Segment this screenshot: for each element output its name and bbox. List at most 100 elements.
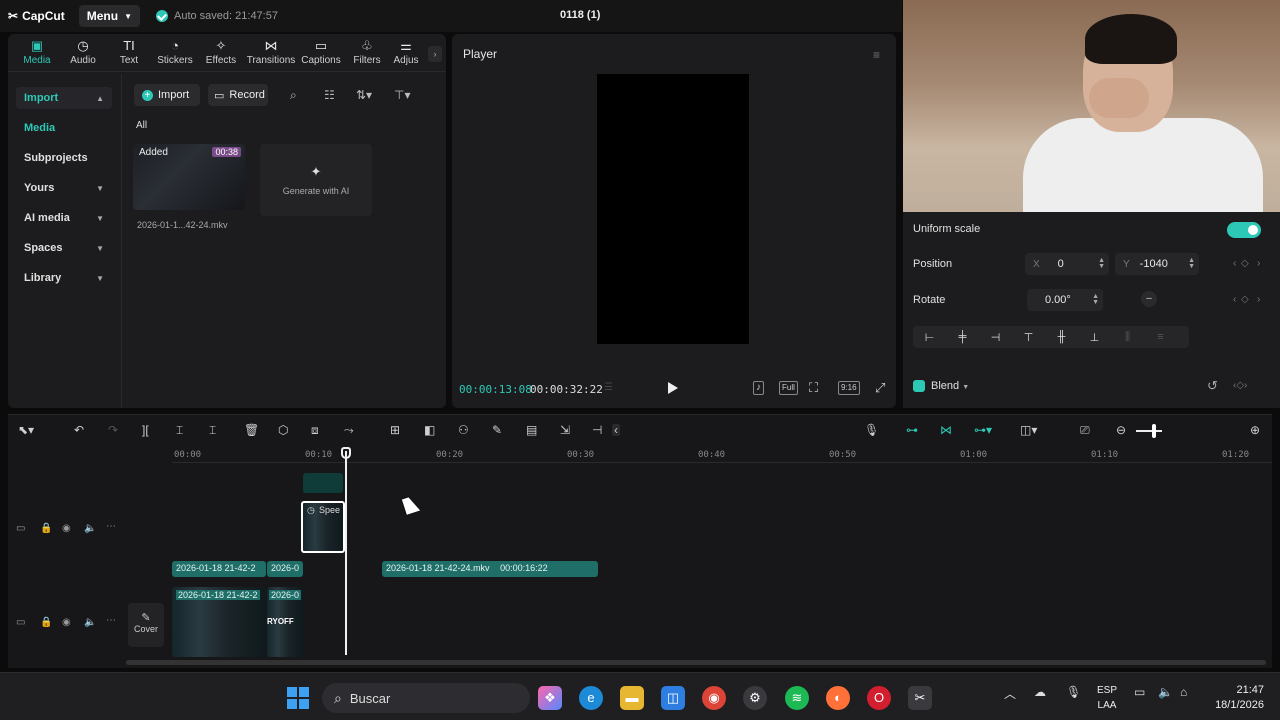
uniform-scale-toggle[interactable]	[1227, 222, 1261, 238]
caption-track-icon[interactable]: ⎚	[1080, 424, 1090, 436]
split-left-icon[interactable]: ⌶	[176, 424, 183, 436]
tabs-scroll-right-button[interactable]: ›	[428, 46, 442, 62]
search-icon[interactable]: ⌕	[290, 88, 297, 103]
select-tool-icon[interactable]: ⬉▾	[18, 424, 34, 436]
stepper-icon[interactable]: ▲ ▼	[1098, 257, 1105, 270]
speaker-icon[interactable]: 🔈	[84, 617, 96, 628]
lock-icon[interactable]: 🔒	[40, 617, 52, 628]
rotate-dial-icon[interactable]: –	[1141, 291, 1157, 307]
sort-icon[interactable]: ⇅▾	[356, 88, 372, 102]
edge-icon[interactable]: e	[579, 686, 603, 710]
tab-effects[interactable]: ✧ Effects	[198, 34, 244, 71]
crop-icon[interactable]: ⧈	[311, 424, 319, 436]
project-title[interactable]: 0118 (1)	[560, 9, 600, 21]
hamburger-icon[interactable]: ≡	[873, 48, 880, 62]
capcut-taskbar-icon[interactable]: ✂	[908, 686, 932, 710]
distribute-h-icon[interactable]: ⫼	[1111, 331, 1144, 344]
reset-icon[interactable]: ↺	[1207, 378, 1218, 394]
spotify-icon[interactable]: ≋	[785, 686, 809, 710]
tiktok-icon[interactable]: ♪	[753, 381, 764, 395]
prev-keyframe-icon[interactable]: ‹	[1233, 294, 1236, 305]
tab-filters[interactable]: ♧ Filters	[344, 34, 390, 71]
speaker-icon[interactable]: 🔈	[84, 523, 96, 534]
stepper-icon[interactable]: ▲ ▼	[1188, 257, 1195, 270]
export-clip-icon[interactable]: ⇲	[560, 424, 570, 436]
fullscreen-icon[interactable]: ⤢	[875, 380, 885, 396]
sidebar-item-subprojects[interactable]: Subprojects	[16, 147, 112, 169]
full-button[interactable]: Full	[779, 381, 798, 395]
audio-clip[interactable]: 2026-0	[267, 561, 303, 577]
timeline-scrollbar[interactable]	[126, 660, 1266, 665]
monitor-icon[interactable]: ▭	[1134, 685, 1145, 699]
sidebar-item-import[interactable]: Import ▲	[16, 87, 112, 109]
tab-stickers[interactable]: ◔ Stickers	[152, 34, 198, 71]
rotate-field[interactable]: 0.00° ▲ ▼	[1027, 289, 1103, 311]
position-y-field[interactable]: Y -1040 ▲ ▼	[1115, 253, 1199, 275]
zoom-slider[interactable]	[1136, 430, 1162, 432]
tab-media[interactable]: ▣ Media	[14, 34, 60, 71]
filter-icon[interactable]: ⊤▾	[394, 88, 410, 102]
next-keyframe-icon[interactable]: ›	[1257, 294, 1260, 305]
eye-icon[interactable]: ◉	[62, 617, 71, 628]
media-item-thumbnail[interactable]: Added 00:38	[133, 144, 245, 210]
sidebar-item-library[interactable]: Library ▼	[16, 267, 112, 289]
hd-icon[interactable]: ▤	[526, 424, 537, 436]
lock-icon[interactable]: 🔒	[40, 523, 52, 534]
replace-icon[interactable]: ⊞	[390, 424, 400, 436]
align-top-icon[interactable]: ⊤	[1012, 331, 1045, 344]
linkage-icon[interactable]: ⊶▾	[974, 424, 992, 436]
auto-snap-icon[interactable]: ⋈	[940, 424, 952, 436]
microphone-icon[interactable]: 🎙	[864, 424, 879, 436]
view-grid-icon[interactable]: ☷	[324, 88, 335, 102]
blend-label[interactable]: Blend ▼	[931, 380, 969, 392]
aspect-ratio-button[interactable]: 9:16	[838, 381, 860, 395]
menu-button[interactable]: Menu ▼	[78, 5, 140, 27]
copilot-icon[interactable]: ❖	[538, 686, 562, 710]
generate-with-ai-button[interactable]: ✦ Generate with AI	[260, 144, 372, 216]
freeze-icon[interactable]: ⤳	[344, 424, 354, 436]
tab-audio[interactable]: ◷ Audio	[60, 34, 106, 71]
overlay-clip-small[interactable]	[303, 473, 343, 493]
language-indicator[interactable]: ESP LAA	[1097, 683, 1117, 713]
playhead[interactable]	[345, 451, 347, 655]
next-keyframe-icon[interactable]: ›	[1257, 258, 1260, 269]
cover-button[interactable]: ✎ Cover	[128, 603, 164, 647]
mirror-icon[interactable]: ◧	[424, 424, 435, 436]
windows-start-icon[interactable]	[287, 687, 309, 709]
chevron-up-icon[interactable]: ︿	[1004, 685, 1016, 702]
store-icon[interactable]: ◫	[661, 686, 685, 710]
tab-text[interactable]: TI Text	[106, 34, 152, 71]
prev-keyframe-icon[interactable]: ‹	[1233, 258, 1236, 269]
zoom-in-icon[interactable]: ⊕	[1250, 424, 1260, 436]
align-right-icon[interactable]: ⊣	[979, 331, 1012, 344]
volume-icon[interactable]: 🔈	[1158, 685, 1173, 699]
magic-icon[interactable]: ✎	[492, 424, 502, 436]
filter-all[interactable]: All	[136, 120, 147, 131]
marker-icon[interactable]: ⬡	[278, 424, 288, 436]
sidebar-item-media[interactable]: Media	[16, 117, 112, 139]
preview-canvas[interactable]	[597, 74, 749, 344]
microphone-icon[interactable]: 🎙	[1066, 685, 1081, 699]
redo-icon[interactable]: ↷	[108, 424, 118, 436]
zoom-out-icon[interactable]: ⊖	[1116, 424, 1126, 436]
tab-adjust[interactable]: ⚌ Adjus	[390, 34, 422, 71]
network-icon[interactable]: ⌂	[1180, 685, 1187, 699]
tab-captions[interactable]: ▭ Captions	[298, 34, 344, 71]
track-toggle-icon[interactable]: ▭	[16, 617, 25, 628]
distribute-v-icon[interactable]: ≡	[1144, 331, 1177, 343]
main-track-magnet-icon[interactable]: ⊶	[906, 424, 918, 436]
align-center-h-icon[interactable]: ╪	[946, 331, 979, 343]
record-button[interactable]: ▭ Record	[208, 84, 268, 106]
opera-icon[interactable]: O	[867, 686, 891, 710]
timeline-grid-icon[interactable]: ☰	[604, 382, 613, 393]
eye-icon[interactable]: ◉	[62, 523, 71, 534]
onedrive-icon[interactable]: ☁	[1034, 685, 1046, 699]
fit-screen-icon[interactable]: ⛶	[809, 380, 818, 396]
remove-bg-icon[interactable]: ⚇	[458, 424, 469, 436]
blend-checkbox[interactable]	[913, 380, 925, 392]
keyframe-icon[interactable]: ◇	[1241, 258, 1249, 269]
undo-icon[interactable]: ↶	[74, 424, 84, 436]
file-explorer-icon[interactable]: ▬	[620, 686, 644, 710]
audio-clip-long[interactable]: 2026-01-18 21-42-24.mkv 00:00:16:22	[382, 561, 598, 577]
system-clock[interactable]: 21:47 18/1/2026	[1215, 683, 1264, 713]
